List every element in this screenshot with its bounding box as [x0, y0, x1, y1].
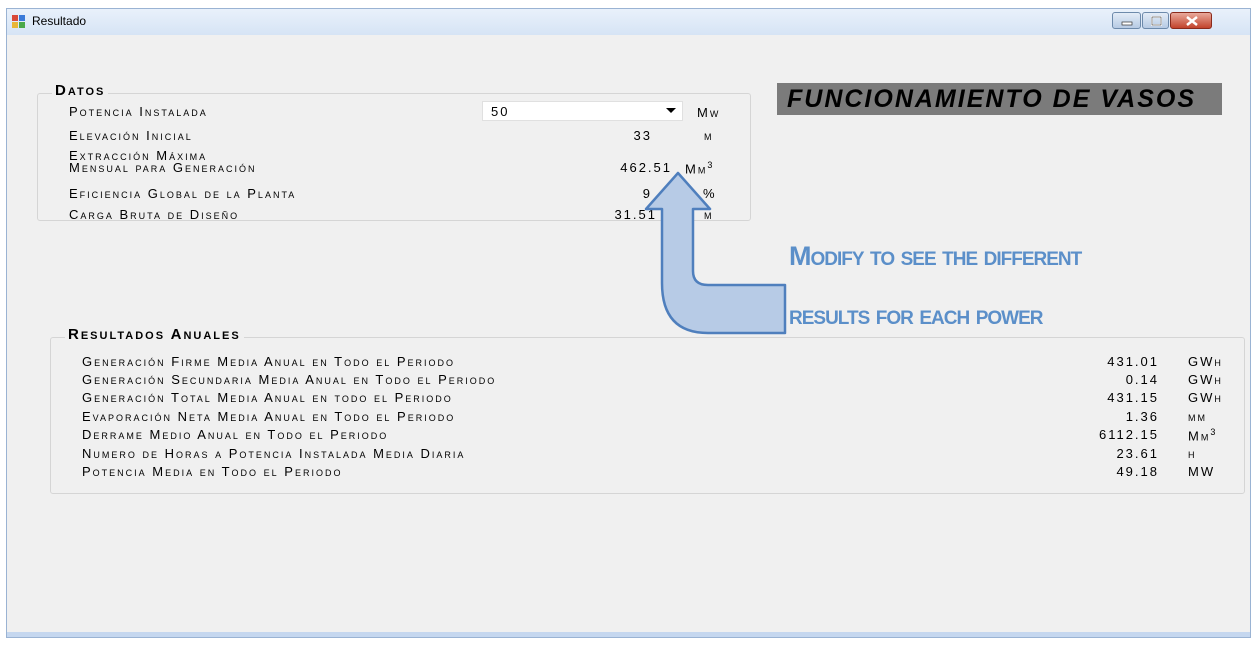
result-label: Derrame Medio Anual en Todo el Periodo	[82, 427, 389, 442]
result-value: 0.14	[1125, 372, 1159, 387]
extraccion-label-2: Mensual para Generación	[69, 160, 257, 175]
result-label: Numero de Horas a Potencia Instalada Med…	[82, 446, 466, 461]
maximize-button[interactable]	[1142, 12, 1169, 29]
carga-value: 31.51	[614, 207, 657, 222]
carga-label: Carga Bruta de Diseño	[69, 207, 240, 222]
result-unit: GWh	[1188, 354, 1223, 369]
minimize-button[interactable]	[1112, 12, 1141, 29]
elevacion-label: Elevación Inicial	[69, 128, 193, 143]
minimize-icon	[1121, 21, 1133, 26]
potencia-dropdown[interactable]: 50	[482, 101, 683, 121]
note-line-2: results for each power	[789, 300, 1043, 330]
result-unit: h	[1188, 446, 1197, 461]
result-unit: MW	[1188, 464, 1216, 479]
curved-up-arrow-icon	[644, 171, 787, 335]
close-icon	[1186, 16, 1198, 26]
eficiencia-value: 9	[642, 186, 652, 201]
result-label: Evaporación Neta Media Anual en Todo el …	[82, 409, 456, 424]
result-label: Potencia Media en Todo el Periodo	[82, 464, 343, 479]
result-unit-text: Mm	[1188, 428, 1211, 444]
bottom-border	[7, 632, 1250, 637]
funcionamiento-banner: FUNCIONAMIENTO DE VASOS	[777, 83, 1222, 115]
maximize-icon	[1151, 16, 1162, 26]
elevacion-value: 33	[633, 128, 652, 143]
result-unit: mm	[1188, 409, 1207, 424]
datos-group-title: Datos	[52, 82, 109, 99]
result-label: Generación Secundaria Media Anual en Tod…	[82, 372, 497, 387]
result-label: Generación Total Media Anual en todo el …	[82, 390, 453, 405]
app-window-icon	[12, 15, 25, 28]
result-value: 431.15	[1107, 390, 1159, 405]
close-button[interactable]	[1170, 12, 1212, 29]
note-line-1: Modify to see the different	[789, 241, 1082, 271]
result-unit: GWh	[1188, 372, 1223, 387]
result-unit: Mm3	[1188, 427, 1218, 444]
result-unit: GWh	[1188, 390, 1223, 405]
client-area: Datos Potencia Instalada 50 Mw Elevación…	[7, 35, 1250, 637]
window-title: Resultado	[32, 14, 87, 28]
eficiencia-label: Eficiencia Global de la Planta	[69, 186, 297, 201]
resultados-group-title: Resultados Anuales	[65, 326, 244, 343]
result-value: 6112.15	[1098, 427, 1159, 442]
elevacion-unit: m	[704, 128, 714, 143]
chevron-down-icon	[666, 108, 676, 113]
potencia-unit: Mw	[697, 105, 721, 120]
result-window: Resultado Datos Potencia Instalada 50 Mw…	[6, 8, 1251, 638]
result-value: 1.36	[1125, 409, 1159, 424]
result-value: 49.18	[1116, 464, 1159, 479]
result-value: 23.61	[1116, 446, 1159, 461]
result-label: Generación Firme Media Anual en Todo el …	[82, 354, 456, 369]
result-value: 431.01	[1107, 354, 1159, 369]
potencia-label: Potencia Instalada	[69, 104, 208, 119]
potencia-value: 50	[491, 104, 510, 119]
title-bar[interactable]: Resultado	[7, 9, 1250, 35]
